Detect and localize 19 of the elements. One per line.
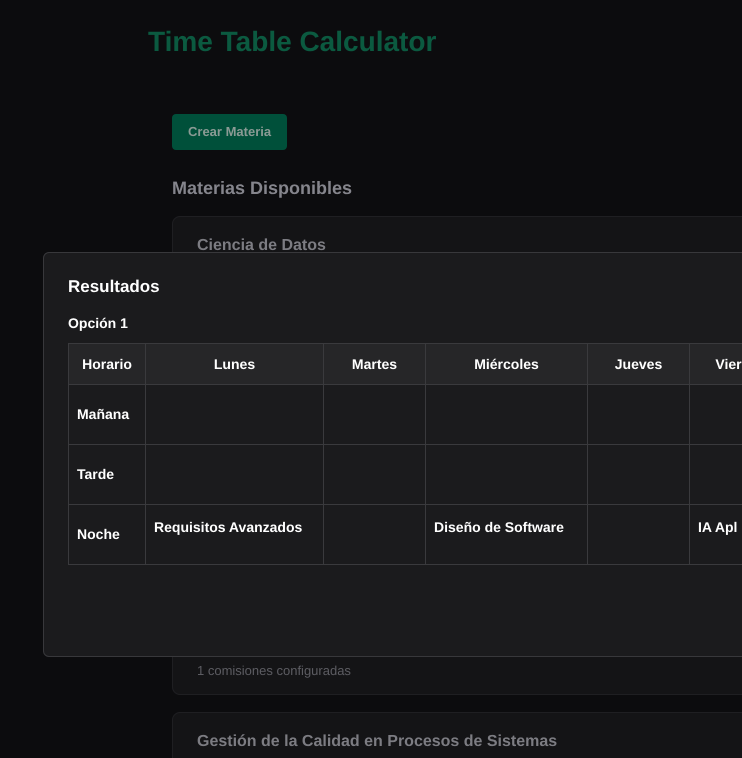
column-header: Jueves bbox=[588, 344, 690, 384]
row-label: Noche bbox=[68, 504, 146, 564]
table-cell: Diseño de Software bbox=[426, 504, 588, 564]
create-button[interactable]: Crear Materia bbox=[172, 114, 288, 150]
card-title: Gestión de la Calidad en Procesos de Sistemas bbox=[197, 732, 558, 752]
row-label: Tarde bbox=[68, 444, 146, 504]
page-title: Time Table Calculator bbox=[148, 26, 436, 58]
card-footer: 1 comisiones configuradas bbox=[197, 660, 351, 680]
card-title: Ciencia de Datos bbox=[197, 236, 326, 256]
row-label: Mañana bbox=[68, 384, 146, 444]
table-cell: Requisitos Avanzados bbox=[146, 504, 324, 564]
column-header: Vier bbox=[690, 344, 742, 384]
section-heading: Materias Disponibles bbox=[172, 177, 352, 200]
modal-title: Resultados bbox=[68, 276, 160, 298]
column-header: Miércoles bbox=[426, 344, 588, 384]
column-header: Horario bbox=[68, 344, 146, 384]
column-header: Lunes bbox=[146, 344, 324, 384]
column-header: Martes bbox=[324, 344, 426, 384]
option-label: Opción 1 bbox=[68, 314, 128, 333]
